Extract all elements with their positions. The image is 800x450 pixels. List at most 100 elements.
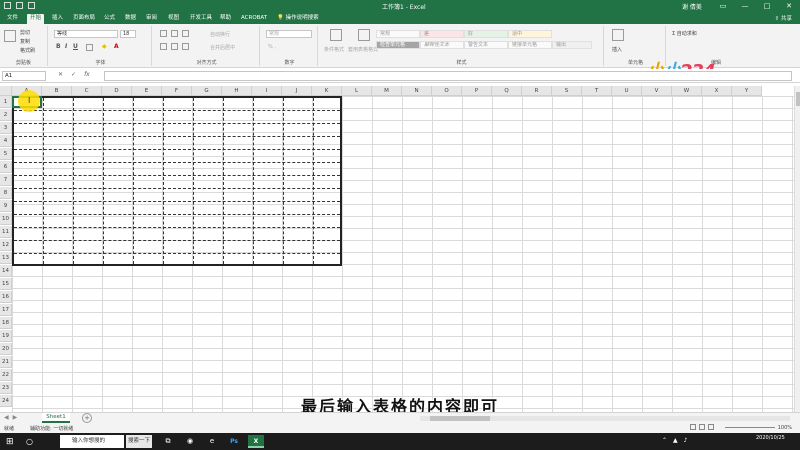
column-header[interactable]: Y (732, 86, 762, 96)
sheet-prev-icon[interactable]: ◀ (4, 414, 9, 421)
insert-cells-button[interactable]: 插入 (612, 46, 622, 53)
style-good[interactable]: 好 (464, 30, 508, 38)
edge-icon[interactable]: e (204, 435, 220, 448)
task-view-icon[interactable]: ⧉ (160, 435, 176, 448)
column-header[interactable]: Q (492, 86, 522, 96)
chrome-icon[interactable]: ◉ (182, 435, 198, 448)
network-icon[interactable]: ▲ (673, 437, 678, 444)
font-name-select[interactable]: 等线 (54, 30, 118, 38)
column-header[interactable]: M (372, 86, 402, 96)
sheet-next-icon[interactable]: ▶ (13, 414, 18, 421)
align-center-icon[interactable] (171, 43, 178, 50)
tab-formulas[interactable]: 公式 (101, 14, 118, 24)
column-header[interactable]: V (642, 86, 672, 96)
column-header[interactable]: S (552, 86, 582, 96)
enter-icon[interactable]: ✓ (71, 71, 76, 78)
tab-view[interactable]: 视图 (165, 14, 182, 24)
conditional-format-button[interactable]: 条件格式 (324, 46, 344, 53)
page-break-view-icon[interactable] (708, 424, 714, 430)
tab-home[interactable]: 开始 (27, 14, 45, 24)
style-linked[interactable]: 链接单元格 (508, 41, 552, 49)
align-bottom-icon[interactable] (182, 30, 189, 37)
percent-button[interactable]: % , (268, 44, 276, 50)
table-format-button[interactable]: 套用表格格式 (348, 46, 378, 53)
vertical-scrollbar[interactable] (794, 86, 800, 412)
cut-button[interactable]: 剪切 (20, 29, 30, 36)
row-header[interactable]: 9 (0, 200, 12, 212)
column-header[interactable]: X (702, 86, 732, 96)
style-check-cell[interactable]: 检查单元格 (376, 41, 420, 49)
row-header[interactable]: 3 (0, 122, 12, 134)
row-header[interactable]: 13 (0, 252, 12, 264)
column-header[interactable]: H (222, 86, 252, 96)
tab-page-layout[interactable]: 页面布局 (70, 14, 98, 24)
row-header[interactable]: 8 (0, 187, 12, 199)
borders-icon[interactable] (86, 44, 93, 51)
fill-color-button[interactable]: ◆ (102, 43, 107, 50)
page-layout-view-icon[interactable] (699, 424, 705, 430)
column-header[interactable]: C (72, 86, 102, 96)
vertical-scroll-thumb[interactable] (796, 92, 800, 106)
user-name[interactable]: 谢 倩美 (682, 2, 702, 11)
row-header[interactable]: 22 (0, 369, 12, 381)
taskbar-search-icon[interactable]: ○ (26, 437, 33, 446)
undo-icon[interactable] (16, 2, 23, 9)
font-color-button[interactable]: A (114, 43, 119, 50)
ribbon-display-icon[interactable]: ▭ (712, 0, 734, 12)
row-header[interactable]: 15 (0, 278, 12, 290)
zoom-slider[interactable] (725, 427, 775, 428)
column-header[interactable]: G (192, 86, 222, 96)
column-header[interactable]: P (462, 86, 492, 96)
number-format-select[interactable]: 常规 (266, 30, 312, 38)
minimize-icon[interactable]: — (734, 0, 756, 12)
style-normal[interactable]: 常规 (376, 30, 420, 38)
redo-icon[interactable] (28, 2, 35, 9)
column-header[interactable]: D (102, 86, 132, 96)
worksheet-grid[interactable]: ABCDEFGHIJKLMNOPQRSTUVWXY 12345678910111… (0, 86, 794, 412)
column-header[interactable]: E (132, 86, 162, 96)
row-header[interactable]: 5 (0, 148, 12, 160)
row-header[interactable]: 4 (0, 135, 12, 147)
excel-taskbar-icon[interactable]: X (248, 435, 264, 448)
font-size-select[interactable]: 18 (120, 30, 136, 38)
align-top-icon[interactable] (160, 30, 167, 37)
column-header[interactable]: O (432, 86, 462, 96)
align-middle-icon[interactable] (171, 30, 178, 37)
paste-icon[interactable] (4, 30, 16, 42)
autosum-button[interactable]: Σ 自动求和 (672, 30, 697, 37)
bordered-table-region[interactable] (12, 96, 342, 266)
row-header[interactable]: 11 (0, 226, 12, 238)
tab-review[interactable]: 审阅 (143, 14, 160, 24)
column-header[interactable]: T (582, 86, 612, 96)
merge-center-button[interactable]: 合并后居中 (210, 44, 235, 51)
row-header[interactable]: 14 (0, 265, 12, 277)
table-format-icon[interactable] (358, 29, 370, 41)
align-right-icon[interactable] (182, 43, 189, 50)
tab-file[interactable]: 文件 (4, 14, 21, 24)
underline-button[interactable]: U (73, 43, 78, 50)
row-header[interactable]: 1 (0, 96, 12, 108)
row-header[interactable]: 16 (0, 291, 12, 303)
add-sheet-icon[interactable]: + (82, 413, 92, 423)
italic-button[interactable]: I (65, 43, 67, 50)
align-left-icon[interactable] (160, 43, 167, 50)
tray-arrow-icon[interactable]: ⌃ (662, 437, 667, 444)
column-header[interactable]: J (282, 86, 312, 96)
formula-input[interactable] (104, 71, 792, 81)
style-output[interactable]: 输出 (552, 41, 592, 49)
horizontal-scrollbar[interactable] (420, 416, 790, 421)
name-box[interactable]: A1 (2, 71, 46, 81)
save-icon[interactable] (4, 2, 11, 9)
tab-help[interactable]: 帮助 (217, 14, 234, 24)
sheet-tab-sheet1[interactable]: Sheet1 (42, 413, 70, 423)
normal-view-icon[interactable] (690, 424, 696, 430)
row-header[interactable]: 18 (0, 317, 12, 329)
insert-function-button[interactable]: fx (84, 71, 90, 78)
volume-icon[interactable]: ♪ (684, 437, 688, 444)
style-warning[interactable]: 警告文本 (464, 41, 508, 49)
row-header[interactable]: 20 (0, 343, 12, 355)
tell-me-search[interactable]: 💡 操作说明搜索 (274, 14, 322, 24)
row-header[interactable]: 19 (0, 330, 12, 342)
row-header[interactable]: 21 (0, 356, 12, 368)
column-header[interactable]: L (342, 86, 372, 96)
